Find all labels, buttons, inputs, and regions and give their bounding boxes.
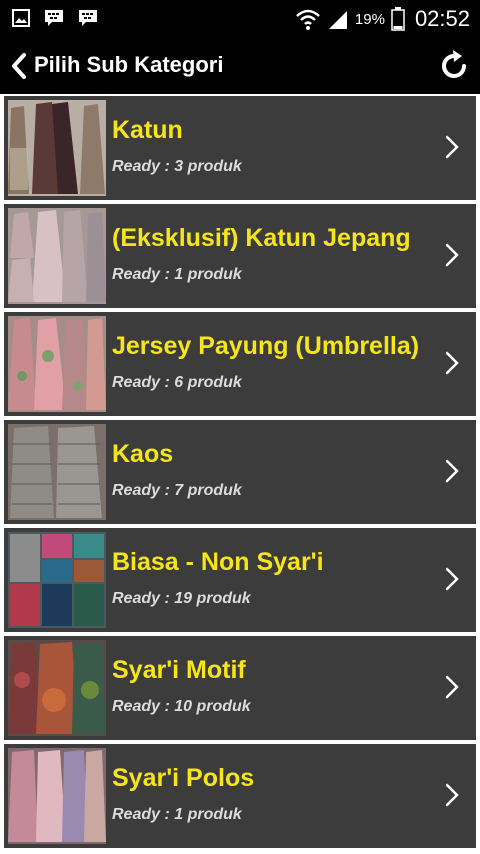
system-status: 19% 02:52 <box>295 4 470 34</box>
item-count: Ready : 3 produk <box>112 158 242 175</box>
battery-percent: 19% <box>354 10 385 28</box>
list-item[interactable]: Syar'i Motif Ready : 10 produk <box>4 636 476 740</box>
list-item[interactable]: Jersey Payung (Umbrella) Ready : 6 produ… <box>4 312 476 416</box>
chevron-right-icon <box>445 351 459 375</box>
list-item[interactable]: Syar'i Polos Ready : 1 produk <box>4 744 476 848</box>
product-thumbnail <box>8 100 106 196</box>
chevron-right-icon <box>445 675 459 699</box>
item-count: Ready : 1 produk <box>112 806 242 823</box>
product-thumbnail <box>8 748 106 844</box>
bbm-icon <box>79 10 97 26</box>
item-count: Ready : 1 produk <box>112 266 242 283</box>
item-title: Biasa - Non Syar'i <box>112 548 324 576</box>
item-title: Syar'i Polos <box>112 764 255 792</box>
item-count: Ready : 6 produk <box>112 374 242 391</box>
list-item[interactable]: Kaos Ready : 7 produk <box>4 420 476 524</box>
chevron-left-icon[interactable] <box>8 52 30 80</box>
item-title: Katun <box>112 116 183 144</box>
product-thumbnail <box>8 424 106 520</box>
item-count: Ready : 10 produk <box>112 698 251 715</box>
action-bar: Pilih Sub Kategori <box>0 38 480 94</box>
item-count: Ready : 7 produk <box>112 482 242 499</box>
list-item[interactable]: (Eksklusif) Katun Jepang Ready : 1 produ… <box>4 204 476 308</box>
sub-category-list: Katun Ready : 3 produk (Eksklusif) Katun… <box>4 96 476 852</box>
chevron-right-icon <box>445 567 459 591</box>
chevron-right-icon <box>445 783 459 807</box>
battery-icon <box>391 7 405 31</box>
list-item[interactable]: Katun Ready : 3 produk <box>4 96 476 200</box>
product-thumbnail <box>8 640 106 736</box>
product-thumbnail <box>8 316 106 412</box>
bbm-icon <box>45 10 63 26</box>
status-bar: 19% 02:52 <box>0 0 480 38</box>
notification-icons <box>12 9 98 27</box>
item-title: (Eksklusif) Katun Jepang <box>112 224 411 252</box>
item-title: Syar'i Motif <box>112 656 246 684</box>
chevron-right-icon <box>445 459 459 483</box>
clock: 02:52 <box>414 6 470 31</box>
item-title: Jersey Payung (Umbrella) <box>112 332 420 360</box>
page-title: Pilih Sub Kategori <box>34 52 224 77</box>
refresh-icon[interactable] <box>436 48 472 84</box>
product-thumbnail <box>8 208 106 304</box>
chevron-right-icon <box>445 135 459 159</box>
item-title: Kaos <box>112 440 174 468</box>
item-count: Ready : 19 produk <box>112 590 251 607</box>
signal-icon <box>328 11 347 29</box>
wifi-icon <box>296 9 320 30</box>
list-item[interactable]: Biasa - Non Syar'i Ready : 19 produk <box>4 528 476 632</box>
chevron-right-icon <box>445 243 459 267</box>
product-thumbnail <box>8 532 106 628</box>
gallery-icon <box>12 9 30 27</box>
